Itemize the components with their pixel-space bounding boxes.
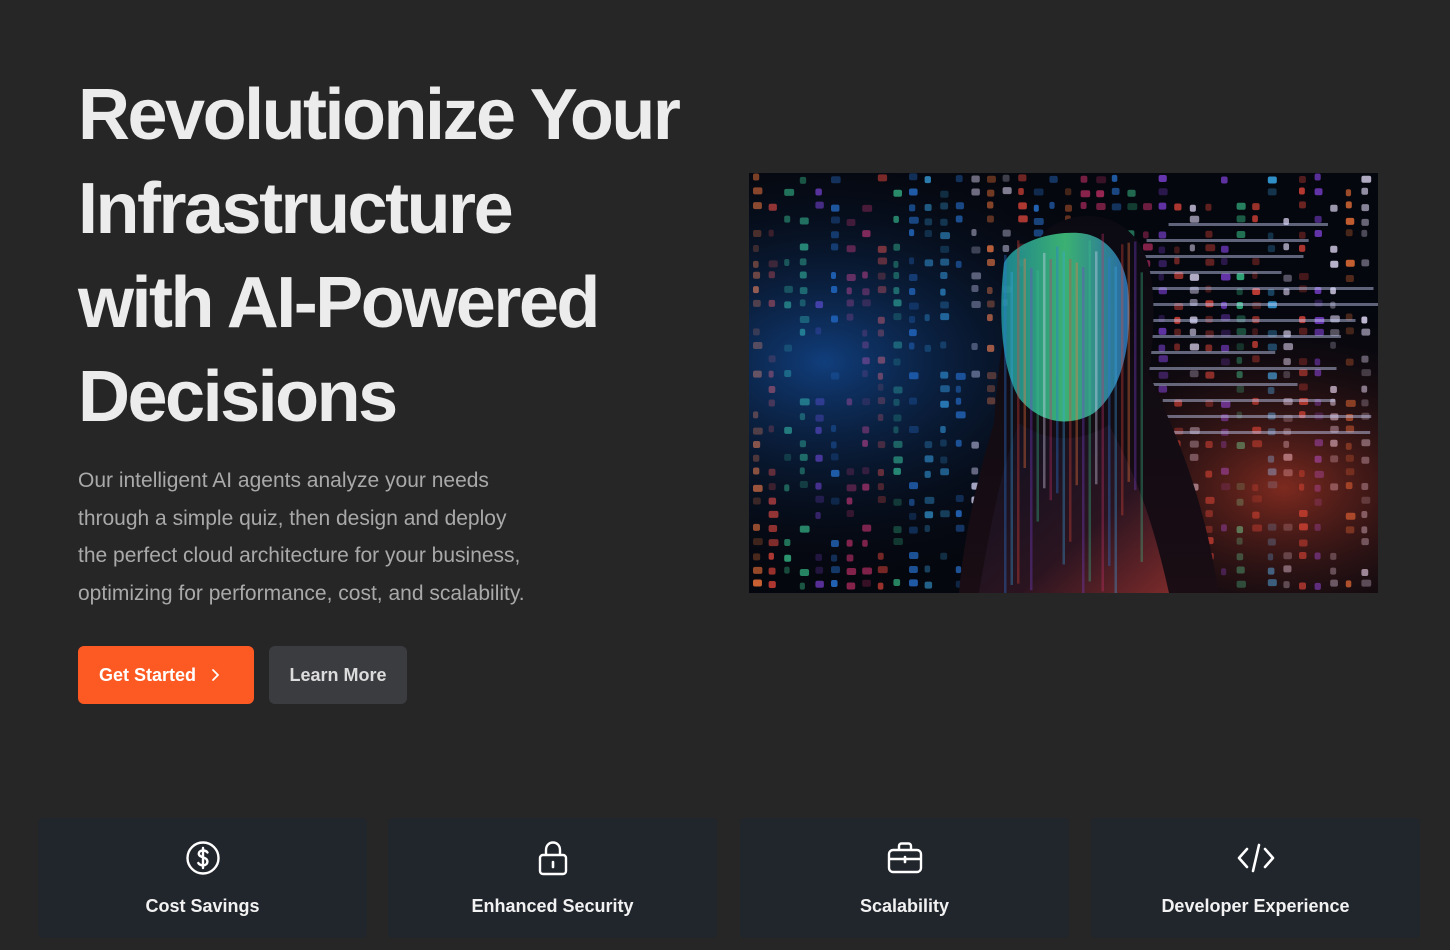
dollar-circle-icon	[185, 840, 221, 876]
briefcase-icon	[886, 840, 924, 876]
lock-icon	[536, 840, 570, 876]
hero-image	[749, 173, 1378, 593]
feature-card-enhanced-security: Enhanced Security	[388, 818, 717, 938]
learn-more-label: Learn More	[289, 664, 387, 685]
hero-title-line: Revolutionize Your	[78, 75, 681, 155]
hero-title-line: Infrastructure	[78, 169, 514, 249]
get-started-button[interactable]: Get Started	[78, 646, 254, 704]
hero-description-line: optimizing for performance, cost, and sc…	[78, 581, 525, 605]
get-started-label: Get Started	[99, 664, 197, 685]
learn-more-button[interactable]: Learn More	[269, 646, 407, 704]
landing-page: Revolutionize Your Infrastructure with A…	[0, 0, 1450, 950]
hero-title: Revolutionize Your Infrastructure with A…	[78, 68, 738, 444]
feature-card-developer-experience: Developer Experience	[1091, 818, 1420, 938]
hero-title-line: with AI-Powered	[78, 263, 600, 343]
woman-with-projected-code-photo	[749, 173, 1378, 593]
feature-label: Developer Experience	[1161, 896, 1350, 916]
feature-label: Scalability	[859, 896, 950, 916]
feature-card-cost-savings: Cost Savings	[38, 818, 367, 938]
code-icon	[1236, 840, 1276, 876]
feature-label: Cost Savings	[145, 896, 260, 916]
hero-description: Our intelligent AI agents analyze your n…	[78, 462, 598, 612]
features-row: Cost Savings Enhanced Security Scalabili…	[38, 818, 1420, 938]
feature-label: Enhanced Security	[471, 896, 634, 916]
hero-description-line: the perfect cloud architecture for your …	[78, 544, 521, 567]
chevron-right-icon	[210, 668, 220, 682]
hero-description-line: Our intelligent AI agents analyze your n…	[78, 469, 489, 492]
hero-title-line: Decisions	[78, 357, 398, 437]
feature-card-scalability: Scalability	[740, 818, 1069, 938]
hero-description-line: through a simple quiz, then design and d…	[78, 506, 507, 530]
